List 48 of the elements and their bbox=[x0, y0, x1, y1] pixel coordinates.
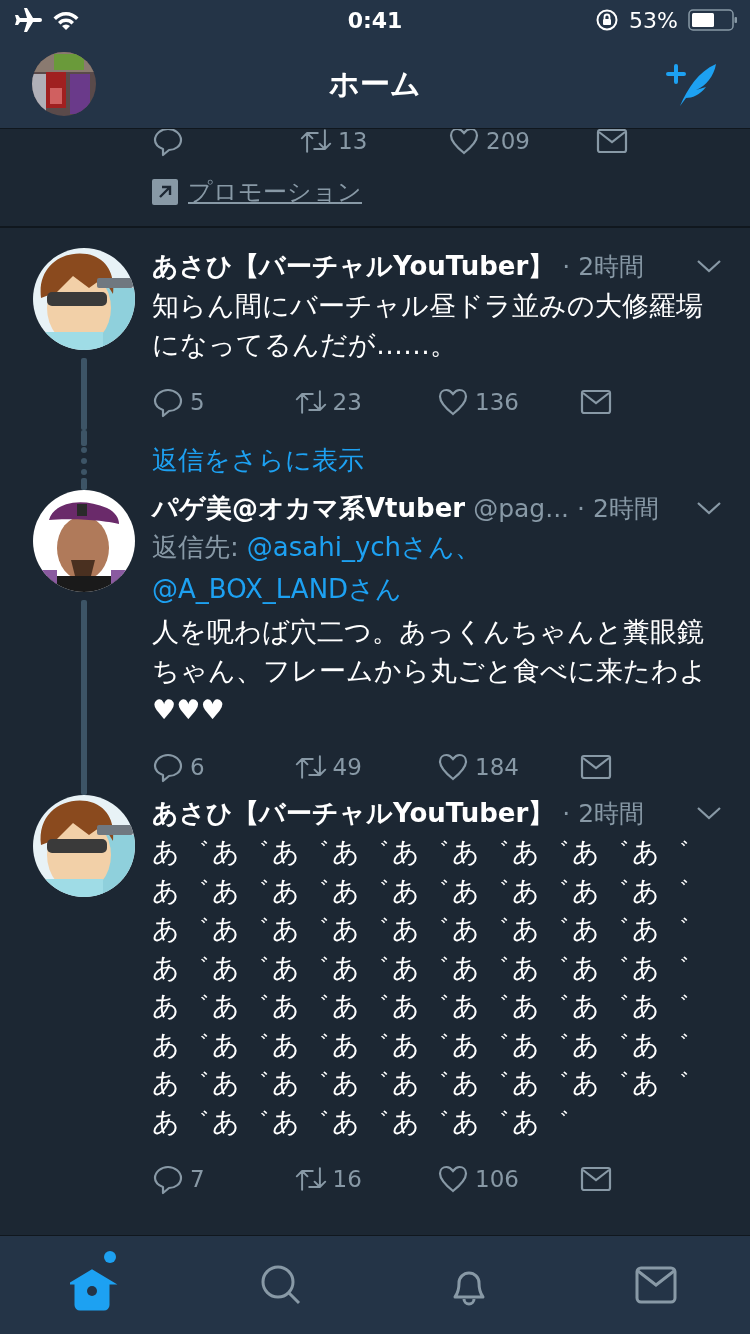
tweet-text: 知らん間にバーチャル昼ドラ並みの大修羅場になってるんだが……。 bbox=[152, 289, 704, 362]
like-count: 106 bbox=[475, 1166, 519, 1192]
rotation-lock-icon bbox=[595, 8, 620, 32]
chevron-down-icon[interactable] bbox=[696, 258, 722, 274]
heart-icon[interactable] bbox=[437, 1163, 469, 1195]
like-count: 184 bbox=[475, 754, 519, 780]
author-handle: @pag... bbox=[473, 493, 570, 523]
mail-icon[interactable] bbox=[634, 1265, 679, 1305]
reply-icon[interactable] bbox=[152, 386, 184, 418]
reply-icon[interactable] bbox=[152, 751, 184, 783]
wifi-icon bbox=[52, 9, 80, 31]
battery-percent: 53% bbox=[629, 7, 678, 33]
thread-dots-icon bbox=[81, 446, 87, 476]
chevron-down-icon[interactable] bbox=[696, 805, 722, 821]
heart-icon[interactable] bbox=[448, 129, 480, 157]
heart-icon[interactable] bbox=[437, 751, 469, 783]
retweet-count: 13 bbox=[338, 129, 368, 154]
tweet-text: あ゛あ゛あ゛あ゛あ゛あ゛あ゛あ゛あ゛あ゛あ゛あ゛あ゛あ゛あ゛あ゛あ゛あ゛あ゛あ゛あ゛あ゛あ゛あ゛あ゛あ゛あ゛あ゛あ゛あ゛あ゛あ゛あ゛あ゛あ゛あ゛あ゛あ゛あ゛あ゛あ゛あ゛あ゛あ゛あ゛あ゛あ゛あ゛あ゛あ゛あ゛あ゛あ゛あ゛あ゛あ゛あ゛あ゛あ゛あ゛あ゛あ゛あ゛あ゛あ゛あ゛あ゛あ゛あ゛あ゛ bbox=[152, 835, 693, 1139]
retweet-count: 23 bbox=[332, 389, 362, 415]
page-title: ホーム bbox=[329, 64, 421, 103]
reply-count: 5 bbox=[190, 389, 205, 415]
reply-count: 7 bbox=[190, 1166, 205, 1192]
tweet-time: · 2時間 bbox=[562, 797, 645, 830]
status-time: 0:41 bbox=[347, 7, 403, 33]
reply-count: 6 bbox=[190, 754, 205, 780]
author-name[interactable]: あさひ【バーチャルYouTuber】 bbox=[152, 795, 555, 831]
show-more-replies-link[interactable]: 返信をさらに表示 bbox=[152, 442, 364, 478]
airplane-icon bbox=[12, 7, 42, 33]
author-name[interactable]: あさひ【バーチャルYouTuber】 bbox=[152, 248, 555, 284]
tweet-time: · 2時間 bbox=[577, 492, 659, 525]
like-count: 209 bbox=[486, 129, 530, 154]
promotion-link[interactable]: プロモーション bbox=[188, 176, 362, 208]
chevron-down-icon[interactable] bbox=[696, 500, 722, 516]
heart-icon[interactable] bbox=[437, 386, 469, 418]
mention-link[interactable]: @A_BOX_LANDさん bbox=[152, 568, 722, 610]
reply-to-label: 返信先: bbox=[152, 532, 239, 562]
tweet-time: · 2時間 bbox=[562, 250, 645, 283]
reply-icon[interactable] bbox=[152, 129, 184, 157]
battery-icon bbox=[688, 8, 738, 32]
retweet-count: 16 bbox=[332, 1166, 362, 1192]
thread-line bbox=[81, 478, 87, 490]
promoted-icon bbox=[152, 179, 178, 205]
mention-link[interactable]: @asahi_ychさん、 bbox=[246, 532, 482, 562]
tweet-text: 人を呪わば穴二つ。あっくんちゃんと糞眼鏡ちゃん、フレームから丸ごと食べに来たわよ♥♥♥ bbox=[152, 615, 708, 727]
reply-icon[interactable] bbox=[152, 1163, 184, 1195]
retweet-count: 49 bbox=[332, 754, 362, 780]
like-count: 136 bbox=[475, 389, 519, 415]
author-name[interactable]: パゲ美@オカマ系Vtuber bbox=[152, 490, 466, 526]
